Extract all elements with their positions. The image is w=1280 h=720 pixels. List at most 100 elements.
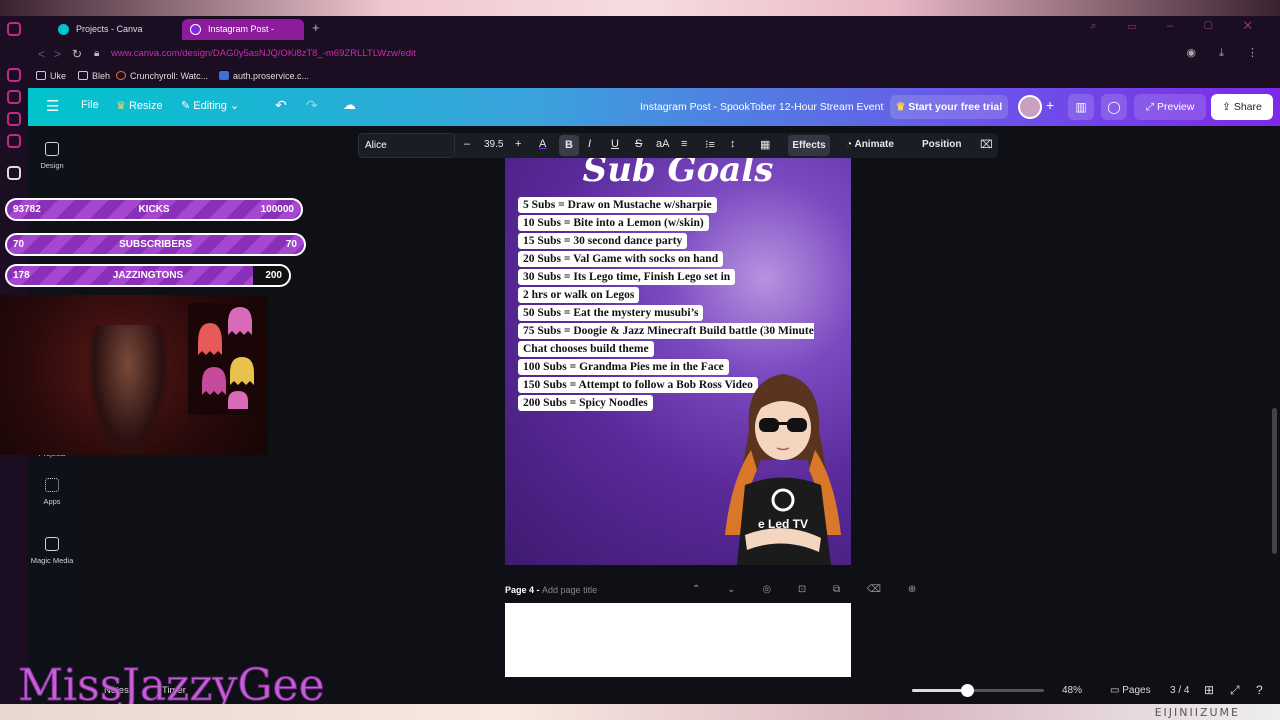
rail-app-icon[interactable] xyxy=(7,112,21,126)
bookmark-crunchyroll[interactable]: Crunchyroll: Watc... xyxy=(116,71,208,81)
font-size-decrease[interactable]: – xyxy=(464,138,470,150)
help-icon[interactable]: ? xyxy=(1256,683,1263,697)
file-menu[interactable]: File xyxy=(81,99,99,111)
share-label: Share xyxy=(1233,101,1262,113)
pencil-icon: ✎ xyxy=(181,100,191,112)
italic-icon[interactable]: I xyxy=(588,138,591,150)
bold-icon[interactable]: B xyxy=(559,135,579,156)
bookmark-bleh[interactable]: Bleh xyxy=(78,71,110,81)
letter-case-icon[interactable]: aA xyxy=(656,138,669,150)
undo-icon[interactable]: ↶ xyxy=(275,97,287,114)
animate-icon: ◔ xyxy=(846,139,853,150)
insights-icon[interactable]: ▥ xyxy=(1068,94,1094,120)
transparency-icon[interactable]: ▦ xyxy=(760,138,770,151)
page-4-title[interactable]: Page 4 - Add page title xyxy=(505,585,597,595)
goal-item[interactable]: Chat chooses build theme xyxy=(518,341,654,357)
goal-label: SUBSCRIBERS xyxy=(119,239,192,250)
share-button[interactable]: ⇪ Share xyxy=(1211,94,1273,120)
reload-icon[interactable]: ↻ xyxy=(72,47,82,61)
goal-item[interactable]: 5 Subs = Draw on Mustache w/sharpie xyxy=(518,197,717,213)
opera-logo-icon[interactable] xyxy=(7,22,21,36)
browser-tabbar: Projects - Canva Instagram Post - SpookT… xyxy=(28,16,1280,55)
sidebar-item-design[interactable]: Design xyxy=(28,142,76,170)
cloud-saved-icon[interactable]: ☁ xyxy=(343,97,356,113)
crunchyroll-icon xyxy=(116,71,126,80)
new-tab-button[interactable]: + xyxy=(312,20,320,35)
preview-button[interactable]: ⤢ Preview xyxy=(1134,94,1206,120)
project-title[interactable]: Instagram Post - SpookTober 12-Hour Stre… xyxy=(640,101,883,113)
text-color-icon[interactable]: A xyxy=(539,138,546,150)
bookmark-label: Bleh xyxy=(92,71,111,81)
bookmark-label: Uke xyxy=(50,71,67,81)
bookmark-uke[interactable]: Uke xyxy=(36,71,66,81)
resize-button[interactable]: ♛ Resize xyxy=(116,99,163,112)
avatar[interactable] xyxy=(1018,95,1042,119)
goal-item[interactable]: 10 Subs = Bite into a Lemon (w/skin) xyxy=(518,215,709,231)
webcam-person xyxy=(88,325,168,455)
goal-item[interactable]: 30 Subs = Its Lego time, Finish Lego set… xyxy=(518,269,736,285)
canva-icon xyxy=(58,24,69,35)
page-4-canvas[interactable] xyxy=(505,603,851,677)
paint-format-icon[interactable]: ⌧ xyxy=(980,138,993,151)
comment-icon[interactable]: ◯ xyxy=(1101,94,1127,120)
zoom-slider[interactable] xyxy=(912,684,1044,697)
goal-item[interactable]: 200 Subs = Spicy Noodles xyxy=(518,395,653,411)
menu-icon[interactable]: ☰ xyxy=(46,97,59,115)
bookmark-proservice[interactable]: auth.proservice.c... xyxy=(219,71,309,81)
font-family-select[interactable]: Alice xyxy=(358,133,455,158)
tab-instagram-post[interactable]: Instagram Post - SpookTo xyxy=(182,19,304,55)
effects-button[interactable]: Effects xyxy=(788,135,830,156)
position-button[interactable]: Position xyxy=(922,139,961,150)
back-icon[interactable]: < xyxy=(38,47,45,61)
redo-icon[interactable]: ↷ xyxy=(306,97,318,114)
design-page[interactable]: Sub Goals 5 Subs = Draw on Mustache w/sh… xyxy=(505,155,851,565)
pages-button[interactable]: ▭ Pages xyxy=(1110,685,1151,696)
rail-app-icon[interactable] xyxy=(7,90,21,104)
page-title-placeholder[interactable]: Add page title xyxy=(542,585,597,595)
strikethrough-icon[interactable]: S xyxy=(635,138,642,150)
bookmark-label: auth.proservice.c... xyxy=(233,71,310,81)
address-bar: < > ↻ 🔒︎ www.canva.com/design/DAG0y5asNJ… xyxy=(28,42,1280,66)
canvas-scrollbar[interactable] xyxy=(1272,408,1277,554)
anime-character-illustration[interactable]: e Led TV xyxy=(715,360,851,565)
page-tools[interactable]: ⌃ ⌄ ◎ ⊡ ⧉ ⌫ ⊕ xyxy=(692,584,928,595)
align-left-icon[interactable]: ≡ xyxy=(681,138,687,150)
goal-item[interactable]: 15 Subs = 30 second dance party xyxy=(518,233,688,249)
animate-button[interactable]: ◔ Animate xyxy=(846,139,894,150)
list-icon[interactable]: ⁝≡ xyxy=(705,138,715,151)
goal-item[interactable]: 50 Subs = Eat the mystery musubi’s xyxy=(518,305,704,321)
goal-item[interactable]: 2 hrs or walk on Legos xyxy=(518,287,640,303)
page-label: Page 4 - xyxy=(505,585,540,595)
share-icon: ⇪ xyxy=(1222,101,1231,113)
tab-projects[interactable]: Projects - Canva xyxy=(50,19,172,40)
rail-app-icon[interactable] xyxy=(7,68,21,82)
crown-icon: ♛ xyxy=(116,100,126,112)
ghost-poster-icon xyxy=(188,303,262,415)
goal-item[interactable]: 75 Subs = Doogie & Jazz Minecraft Build … xyxy=(518,323,814,339)
underline-icon[interactable]: U xyxy=(611,138,619,150)
window-controls[interactable]: ⌕ ▭ – ▢ ✕ xyxy=(1090,20,1266,33)
zoom-slider-thumb[interactable] xyxy=(961,684,975,697)
sidebar-item-magic-media[interactable]: Magic Media xyxy=(28,537,76,565)
stream-bottom-strip: EIJINIIZUME xyxy=(0,704,1280,720)
grid-view-icon[interactable]: ⊞ xyxy=(1204,683,1214,697)
forward-icon[interactable]: > xyxy=(54,47,61,61)
rail-app-icon[interactable] xyxy=(7,134,21,148)
start-trial-button[interactable]: ♛ Start your free trial xyxy=(890,95,1008,119)
font-size-increase[interactable]: + xyxy=(515,138,521,150)
goal-item[interactable]: 20 Subs = Val Game with socks on hand xyxy=(518,251,724,267)
bookmarks-bar: Uke Bleh Crunchyroll: Watc... auth.prose… xyxy=(28,66,1280,88)
url-field[interactable]: www.canva.com/design/DAG0y5asNJQ/OKi8zT8… xyxy=(111,48,416,59)
fullscreen-icon[interactable]: ⤢ xyxy=(1230,683,1240,698)
rail-app-icon[interactable] xyxy=(7,166,21,180)
editing-mode-button[interactable]: ✎ Editing ⌄ xyxy=(181,99,239,112)
goal-target: 70 xyxy=(285,239,297,250)
add-collaborator-icon[interactable]: + xyxy=(1046,97,1054,113)
font-size-input[interactable]: 39.5 xyxy=(484,139,503,150)
zoom-level[interactable]: 48% xyxy=(1062,685,1082,696)
sidebar-item-apps[interactable]: Apps xyxy=(28,478,76,506)
goal-item[interactable]: 100 Subs = Grandma Pies me in the Face xyxy=(518,359,729,375)
spacing-icon[interactable]: ↕ xyxy=(730,138,736,150)
address-actions[interactable]: ◉ ⤓ ⋮ xyxy=(1186,46,1268,60)
design-title[interactable]: Sub Goals xyxy=(505,155,851,185)
